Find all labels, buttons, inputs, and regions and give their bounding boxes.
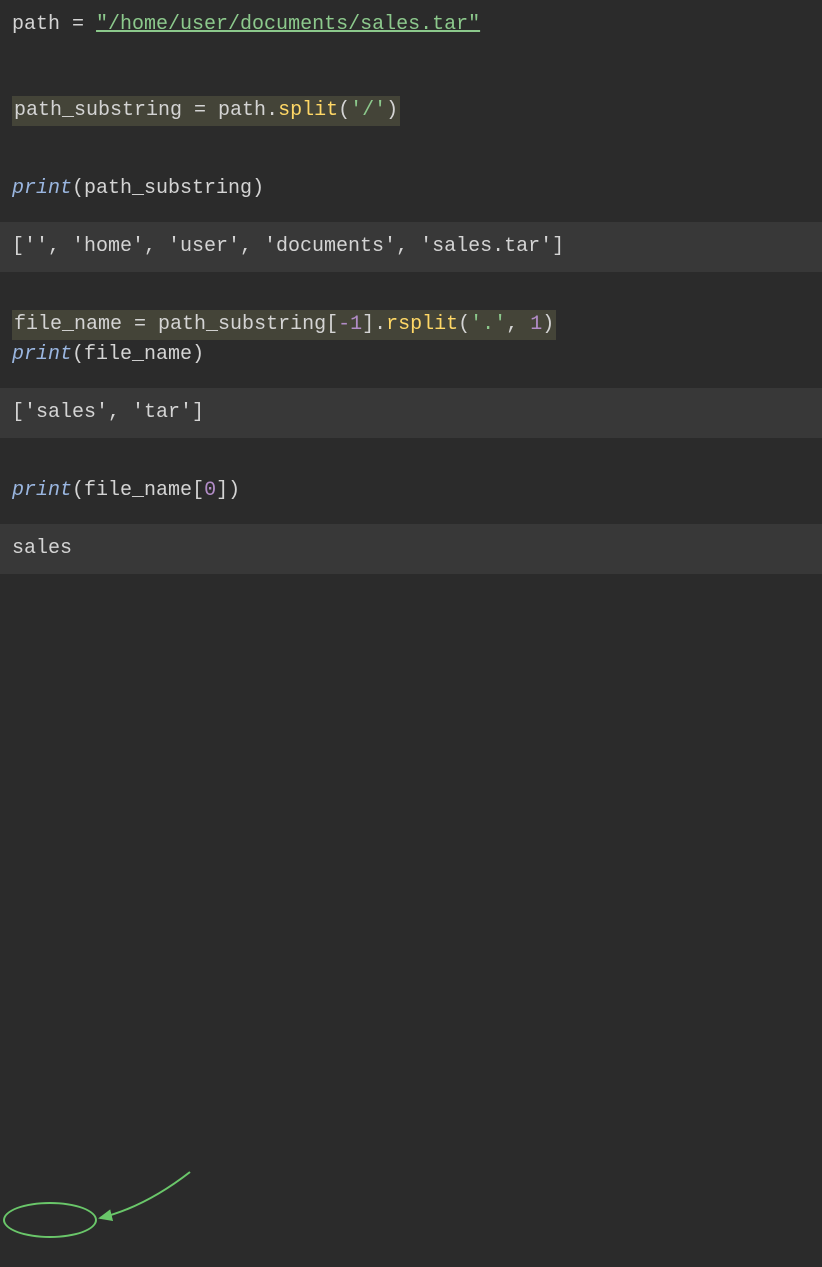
code-token: path	[12, 13, 60, 36]
code-output-cell: ['sales', 'tar']	[0, 388, 822, 438]
code-token: )	[228, 479, 240, 502]
code-token: .	[374, 313, 386, 336]
code-token: path_substring	[158, 313, 326, 336]
code-token: (	[72, 479, 84, 502]
code-output-cell: sales	[0, 524, 822, 574]
code-token: '/'	[350, 99, 386, 122]
code-output-cell: ['', 'home', 'user', 'documents', 'sales…	[0, 222, 822, 272]
code-token: ,	[506, 313, 530, 336]
code-token: =	[122, 313, 158, 336]
output-text: ['sales', 'tar']	[12, 401, 204, 424]
code-token: [	[326, 313, 338, 336]
code-token: path	[218, 99, 266, 122]
code-input-cell[interactable]: print(path_substring)	[0, 164, 822, 214]
code-token: print	[12, 177, 72, 200]
code-token: 0	[204, 479, 216, 502]
output-text: ['', 'home', 'user', 'documents', 'sales…	[12, 235, 564, 258]
code-token: [	[192, 479, 204, 502]
code-token: (	[72, 343, 84, 366]
code-token: print	[12, 343, 72, 366]
code-token: "/home/user/documents/sales.tar"	[96, 13, 480, 36]
code-token: path_substring	[14, 99, 182, 122]
highlight-ellipse	[3, 1202, 97, 1238]
code-token: path_substring	[84, 177, 252, 200]
code-token: file_name	[84, 343, 192, 366]
code-token: ]	[216, 479, 228, 502]
code-input-cell[interactable]: path = "/home/user/documents/sales.tar"	[0, 0, 822, 50]
code-token: ]	[362, 313, 374, 336]
code-token: )	[386, 99, 398, 122]
code-token: (	[458, 313, 470, 336]
code-token: (	[338, 99, 350, 122]
code-token: 1	[530, 313, 542, 336]
code-input-cell[interactable]: print(file_name[0])	[0, 466, 822, 516]
code-token: rsplit	[386, 313, 458, 336]
code-input-cell[interactable]: path_substring = path.split('/')	[0, 86, 822, 136]
code-token: split	[278, 99, 338, 122]
code-token: )	[542, 313, 554, 336]
code-input-cell[interactable]: file_name = path_substring[-1].rsplit('.…	[0, 300, 822, 380]
code-token: file_name	[84, 479, 192, 502]
code-token: '.'	[470, 313, 506, 336]
code-token: )	[192, 343, 204, 366]
notebook: path = "/home/user/documents/sales.tar"p…	[0, 0, 822, 574]
code-token: =	[60, 13, 96, 36]
highlight-arrow	[0, 574, 822, 1267]
code-token: file_name	[14, 313, 122, 336]
code-token: =	[182, 99, 218, 122]
code-token: print	[12, 479, 72, 502]
output-text: sales	[12, 537, 72, 560]
code-token: )	[252, 177, 264, 200]
code-token: (	[72, 177, 84, 200]
code-token: -1	[338, 313, 362, 336]
code-token: .	[266, 99, 278, 122]
